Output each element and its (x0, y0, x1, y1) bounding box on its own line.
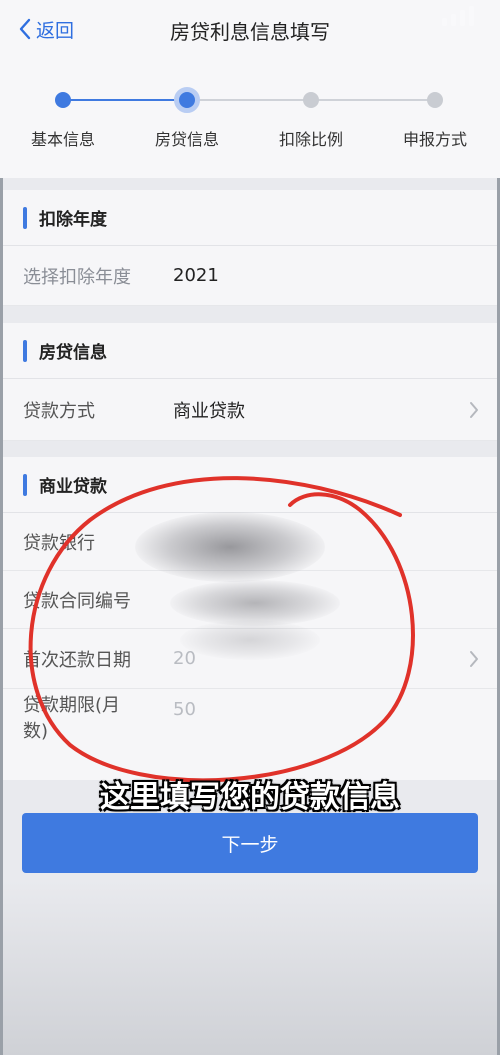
field-label: 贷款期限(月数) (23, 695, 121, 742)
signal-icon (442, 4, 482, 26)
loan-type-value: 商业贷款 (173, 400, 245, 422)
step-label-4: 申报方式 (402, 130, 467, 149)
step-label-2: 房贷信息 (154, 130, 219, 149)
deduction-year-row[interactable]: 选择扣除年度 2021 (3, 246, 497, 306)
loan-type-row[interactable]: 贷款方式 商业贷款 (3, 379, 497, 441)
privacy-blur (180, 620, 320, 660)
field-label: 贷款银行 (23, 532, 95, 554)
field-label: 选择扣除年度 (23, 266, 131, 288)
step-dot-1 (55, 92, 71, 108)
section-title: 扣除年度 (39, 210, 107, 230)
step-dot-4 (427, 92, 443, 108)
bottom-area (3, 880, 497, 1055)
section-title: 商业贷款 (39, 477, 107, 497)
chevron-right-icon (470, 650, 478, 667)
privacy-blur (135, 512, 325, 582)
chevron-right-icon (470, 401, 478, 418)
step-connector-2 (187, 99, 311, 101)
section-marker (23, 473, 27, 496)
field-label: 贷款方式 (23, 400, 95, 422)
loan-term-row[interactable]: 贷款期限(月数) 50 (3, 689, 497, 775)
nav-bar: 返回 房贷利息信息填写 (0, 0, 500, 60)
progress-stepper: 基本信息 房贷信息 扣除比例 申报方式 (0, 60, 500, 178)
section-deduction-year: 扣除年度 选择扣除年度 2021 (3, 190, 497, 306)
section-marker (23, 206, 27, 229)
page-title: 房贷利息信息填写 (170, 20, 330, 44)
section-marker (23, 339, 27, 362)
next-step-button[interactable]: 下一步 (22, 813, 478, 873)
step-connector-1 (63, 99, 187, 101)
section-loan-info: 房贷信息 贷款方式 商业贷款 (3, 323, 497, 441)
step-label-1: 基本信息 (30, 130, 95, 149)
deduction-year-value: 2021 (173, 265, 219, 286)
section-header: 商业贷款 (3, 457, 497, 513)
video-caption: 这里填写您的贷款信息 (100, 780, 400, 815)
field-label: 贷款合同编号 (23, 590, 131, 612)
step-connector-3 (311, 99, 435, 101)
field-label: 首次还款日期 (23, 649, 131, 671)
section-title: 房贷信息 (39, 343, 107, 363)
step-label-3: 扣除比例 (278, 130, 343, 149)
step-dot-3 (303, 92, 319, 108)
step-dot-2 (174, 87, 200, 113)
section-header: 扣除年度 (3, 190, 497, 246)
loan-term-value: 50 (173, 699, 196, 720)
section-header: 房贷信息 (3, 323, 497, 379)
